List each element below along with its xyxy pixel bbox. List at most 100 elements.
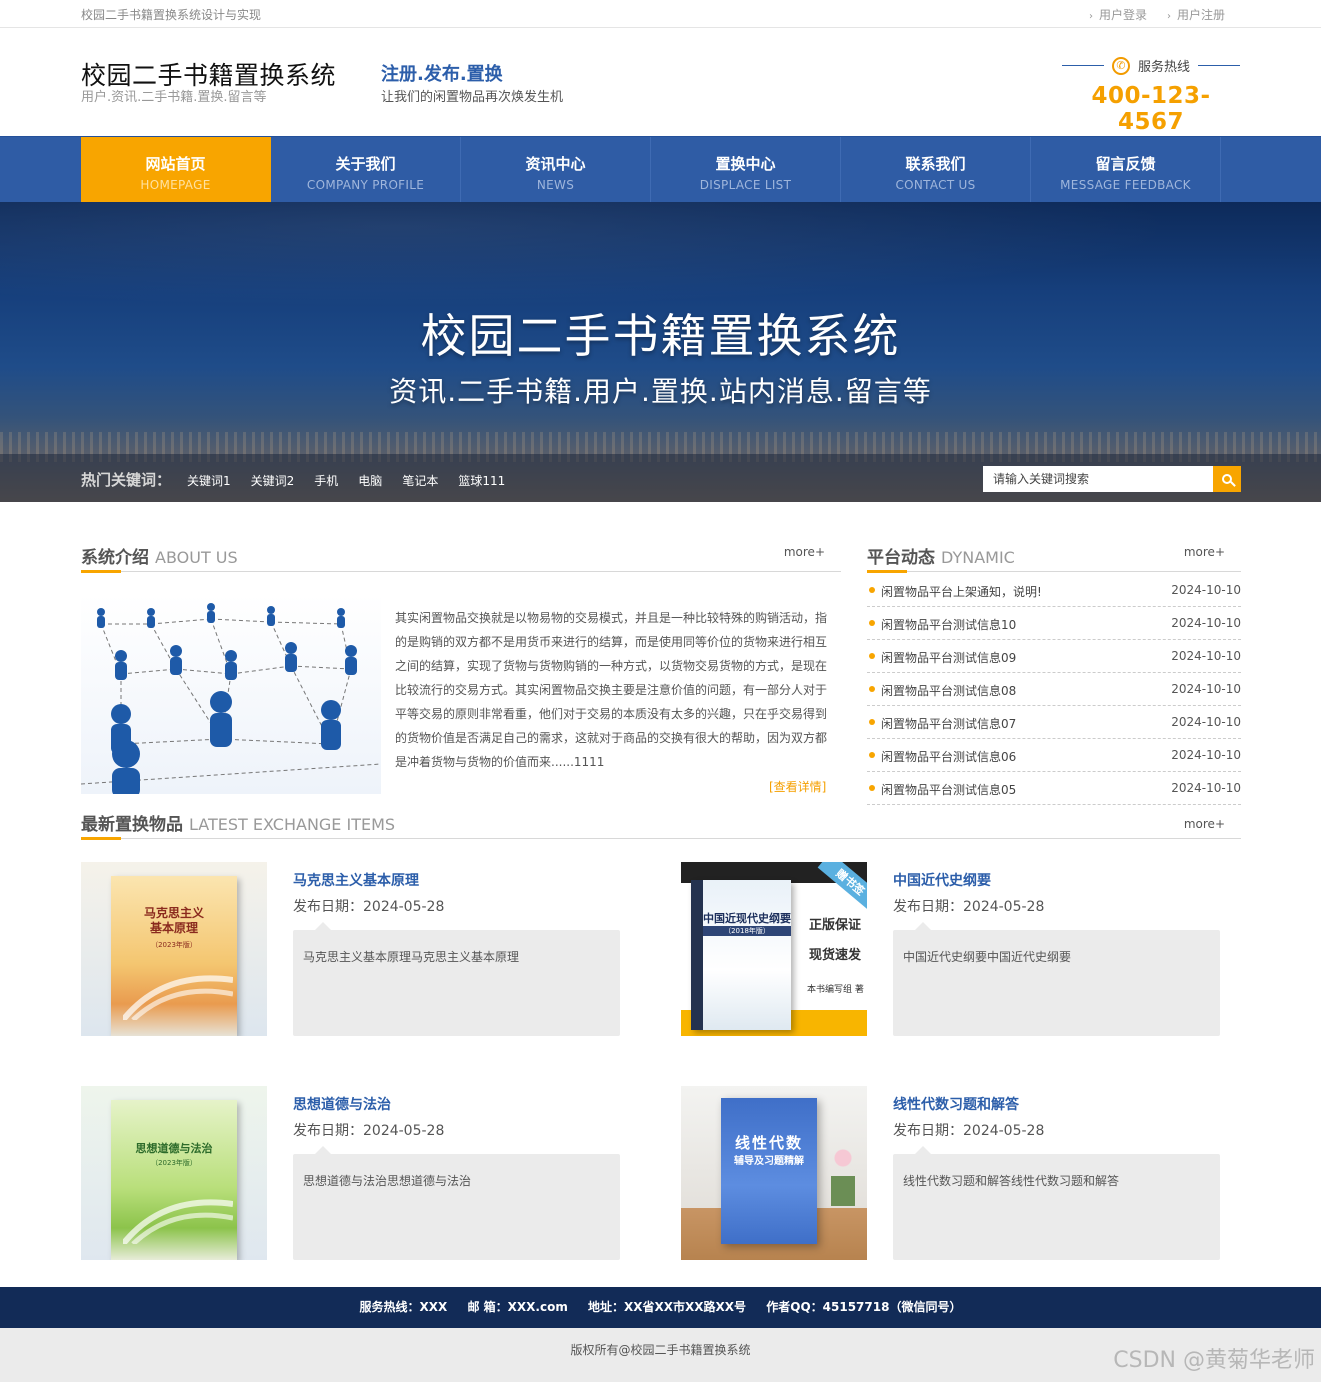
search-box <box>983 466 1241 492</box>
item-title[interactable]: 线性代数习题和解答 <box>893 1094 1019 1114</box>
item-title[interactable]: 思想道德与法治 <box>293 1094 391 1114</box>
nav-label-en: MESSAGE FEEDBACK <box>1060 178 1191 192</box>
item-description: 中国近代史纲要中国近代史纲要 <box>893 922 1220 1036</box>
watermark: CSDN @黄菊华老师 <box>1113 1348 1315 1373</box>
chevron-right-icon: › <box>1088 11 1093 22</box>
banner-title: 校园二手书籍置换系统 <box>420 309 901 363</box>
list-item[interactable]: 闲置物品平台测试信息08 2024-10-10 <box>867 673 1241 706</box>
network-illustration <box>81 603 381 794</box>
main-nav: 网站首页 HOMEPAGE 关于我们 COMPANY PROFILE 资讯中心 … <box>0 136 1321 203</box>
item-date: 发布日期：2024-05-28 <box>893 899 1045 915</box>
nav-item-exchange[interactable]: 置换中心 DISPLACE LIST <box>651 137 841 203</box>
book-cover-image[interactable]: 思想道德与法治 （2023年版） <box>81 1086 267 1260</box>
item-date: 发布日期：2024-05-28 <box>893 1123 1045 1139</box>
site-subtitle: 用户.资讯.二手书籍.置换.留言等 <box>81 90 267 105</box>
phone-icon: ✆ <box>1111 56 1130 75</box>
nav-label: 网站首页 <box>145 155 206 173</box>
list-item[interactable]: 闲置物品平台上架通知，说明! 2024-10-10 <box>867 574 1241 607</box>
news-title[interactable]: 闲置物品平台测试信息08 <box>881 682 1016 699</box>
section-header: 最新置换物品 LATEST EXCHANGE ITEMS more+ <box>81 803 1241 840</box>
book-cover-decoration <box>123 975 233 1020</box>
hot-keyword[interactable]: 关键词1 <box>187 472 231 489</box>
news-title[interactable]: 闲置物品平台测试信息09 <box>881 649 1016 666</box>
hotline-label: 服务热线 <box>1137 60 1190 75</box>
nav-label: 资讯中心 <box>525 155 586 173</box>
news-title[interactable]: 闲置物品平台测试信息10 <box>881 616 1016 633</box>
book-cover-image[interactable]: 马克思主义 基本原理 （2023年版） <box>81 862 267 1036</box>
item-description: 马克思主义基本原理马克思主义基本原理 <box>293 922 620 1036</box>
section-title-en: DYNAMIC <box>941 548 1015 567</box>
item-title[interactable]: 马克思主义基本原理 <box>293 870 419 890</box>
search-icon <box>1222 474 1232 484</box>
nav-item-feedback[interactable]: 留言反馈 MESSAGE FEEDBACK <box>1031 137 1221 203</box>
section-title: 系统介绍 <box>81 548 149 568</box>
header: 校园二手书籍置换系统 用户.资讯.二手书籍.置换.留言等 注册.发布.置换 让我… <box>0 28 1321 136</box>
about-section: 系统介绍 ABOUT US more+ 其实闲置物品交换就是以物易物的交易模式，… <box>81 536 841 794</box>
book-cover-title: 线性代数 <box>734 1134 803 1152</box>
book-cover-title: 中国近现代史纲要 <box>703 912 791 925</box>
hotline-number: 400-123-4567 <box>1091 83 1211 135</box>
book-cover-decoration <box>123 1199 233 1244</box>
nav-item-news[interactable]: 资讯中心 NEWS <box>461 137 651 203</box>
login-link[interactable]: › 用户登录 <box>1089 6 1147 23</box>
more-link[interactable]: more+ <box>784 545 825 559</box>
nav-label-en: DISPLACE LIST <box>699 178 792 192</box>
more-link[interactable]: more+ <box>1184 545 1225 559</box>
bullet-icon <box>869 785 875 791</box>
news-title[interactable]: 闲置物品平台测试信息05 <box>881 781 1016 798</box>
nav-label-en: NEWS <box>536 178 575 192</box>
news-title[interactable]: 闲置物品平台测试信息06 <box>881 748 1016 765</box>
news-title[interactable]: 闲置物品平台测试信息07 <box>881 715 1016 732</box>
exchange-item: 思想道德与法治 （2023年版） 思想道德与法治 发布日期：2024-05-28… <box>81 1086 621 1261</box>
nav-item-about[interactable]: 关于我们 COMPANY PROFILE <box>271 137 461 203</box>
exchange-item: 马克思主义 基本原理 （2023年版） 马克思主义基本原理 发布日期：2024-… <box>81 862 621 1037</box>
list-item[interactable]: 闲置物品平台测试信息06 2024-10-10 <box>867 739 1241 772</box>
nav-item-contact[interactable]: 联系我们 CONTACT US <box>841 137 1031 203</box>
item-title[interactable]: 中国近代史纲要 <box>893 870 991 890</box>
news-date: 2024-10-10 <box>1171 649 1241 663</box>
news-date: 2024-10-10 <box>1171 748 1241 762</box>
section-header: 系统介绍 ABOUT US more+ <box>81 536 841 573</box>
book-cover-image[interactable]: 线性代数 辅导及习题精解 <box>681 1086 867 1260</box>
more-link[interactable]: more+ <box>1184 817 1225 831</box>
hot-keyword[interactable]: 关键词2 <box>251 472 295 489</box>
hot-keyword[interactable]: 篮球111 <box>458 472 505 489</box>
hero-banner: 校园二手书籍置换系统 资讯.二手书籍.用户.置换.站内消息.留言等 热门关键词：… <box>0 202 1321 502</box>
cover-author: 本书编写组 著 <box>807 985 864 995</box>
item-description: 思想道德与法治思想道德与法治 <box>293 1146 620 1260</box>
hot-keyword[interactable]: 笔记本 <box>402 472 438 489</box>
section-header: 平台动态 DYNAMIC more+ <box>867 536 1241 573</box>
book-cover-subtitle: 辅导及习题精解 <box>734 1156 804 1167</box>
list-item[interactable]: 闲置物品平台测试信息07 2024-10-10 <box>867 706 1241 739</box>
bullet-icon <box>869 620 875 626</box>
nav-item-home[interactable]: 网站首页 HOMEPAGE <box>81 137 271 203</box>
nav-label-en: CONTACT US <box>895 178 976 192</box>
book-cover-image[interactable]: 中国近现代史纲要 （2018年版） 正版保证 现货速发 本书编写组 著 赠书签 <box>681 862 867 1036</box>
view-details-link[interactable]: [查看详情] <box>769 778 826 795</box>
login-label: 用户登录 <box>1098 8 1147 22</box>
slogan-title: 注册.发布.置换 <box>381 64 503 85</box>
cover-badge: 现货速发 <box>809 948 862 963</box>
hotline: ✆ 服务热线 400-123-4567 <box>1061 56 1241 135</box>
dynamic-section: 平台动态 DYNAMIC more+ 闲置物品平台上架通知，说明! 2024-10-… <box>867 536 1241 805</box>
search-input[interactable] <box>983 466 1213 492</box>
latest-items-section: 最新置换物品 LATEST EXCHANGE ITEMS more+ 马克思主义 … <box>81 803 1241 1260</box>
book-cover-title: 马克思主义 基本原理 <box>143 906 204 935</box>
list-item[interactable]: 闲置物品平台测试信息09 2024-10-10 <box>867 640 1241 673</box>
register-link[interactable]: › 用户注册 <box>1167 6 1225 23</box>
bullet-icon <box>869 686 875 692</box>
hot-keyword[interactable]: 电脑 <box>358 472 382 489</box>
footer-address: 地址：XX省XX市XX路XX号 <box>588 1300 747 1314</box>
book-cover-year: （2023年版） <box>151 1159 197 1167</box>
divider <box>1061 65 1104 66</box>
nav-label: 联系我们 <box>905 155 966 173</box>
section-title-en: LATEST EXCHANGE ITEMS <box>189 815 396 834</box>
search-button[interactable] <box>1213 466 1241 492</box>
list-item[interactable]: 闲置物品平台测试信息05 2024-10-10 <box>867 772 1241 805</box>
list-item[interactable]: 闲置物品平台测试信息10 2024-10-10 <box>867 607 1241 640</box>
hot-keyword[interactable]: 手机 <box>314 472 338 489</box>
news-title[interactable]: 闲置物品平台上架通知，说明! <box>881 583 1042 600</box>
news-date: 2024-10-10 <box>1171 616 1241 630</box>
bullet-icon <box>869 653 875 659</box>
news-date: 2024-10-10 <box>1171 715 1241 729</box>
